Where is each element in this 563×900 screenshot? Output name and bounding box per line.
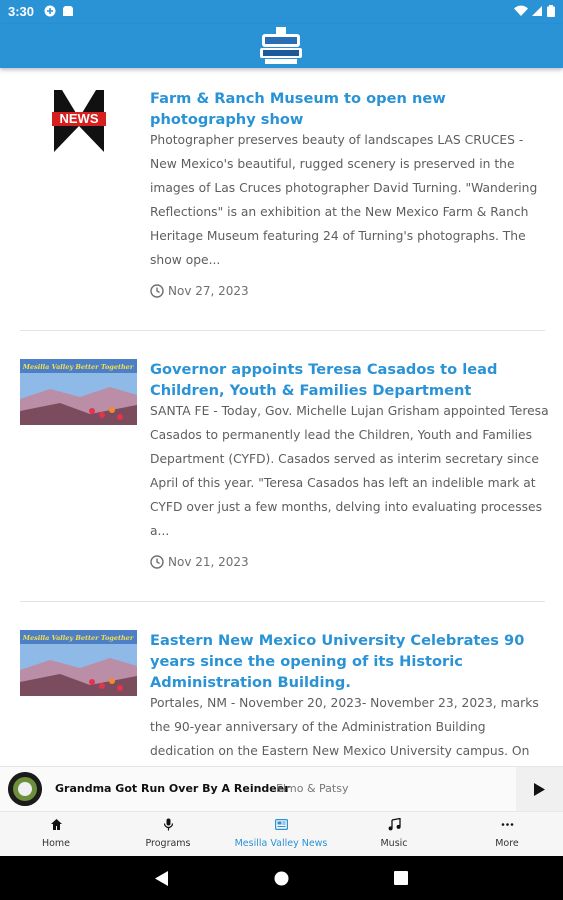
recents-icon[interactable] (394, 871, 408, 885)
bottom-navigation: Home Programs Mesilla Valley News Music … (0, 811, 563, 857)
nav-item-music[interactable]: Music (338, 812, 450, 857)
play-icon (534, 783, 545, 796)
mic-icon (163, 818, 174, 831)
nav-label: More (495, 838, 519, 849)
article-date-text: Nov 27, 2023 (168, 284, 249, 298)
music-note-icon (388, 818, 401, 831)
svg-text:NEWS: NEWS (60, 111, 99, 126)
nav-item-programs[interactable]: Programs (112, 812, 224, 857)
mesilla-valley-thumbnail: Mesilla Valley Better Together (20, 630, 137, 696)
article-excerpt: Photographer preserves beauty of landsca… (150, 133, 538, 267)
nav-label: Music (380, 838, 408, 849)
article-date: Nov 27, 2023 (150, 284, 249, 298)
news-icon (275, 819, 288, 830)
svg-text:Mesilla Valley Better Together: Mesilla Valley Better Together (22, 363, 134, 371)
divider (20, 601, 545, 602)
play-button[interactable] (516, 767, 563, 812)
now-playing-artist: Elmo & Patsy (276, 782, 349, 795)
back-icon[interactable] (155, 871, 169, 886)
system-navigation-bar (0, 856, 563, 900)
status-time: 3:30 (8, 4, 35, 19)
more-dots-icon (501, 823, 514, 826)
article-excerpt: Portales, NM - November 20, 2023- Novemb… (150, 696, 539, 758)
article-date: Nov 21, 2023 (150, 555, 249, 569)
nav-item-more[interactable]: More (451, 812, 563, 857)
status-bar: 3:30 (0, 0, 563, 24)
home-icon (51, 819, 62, 830)
battery-icon (547, 5, 555, 17)
album-art (8, 772, 42, 806)
wifi-icon (514, 5, 528, 17)
article-excerpt: SANTA FE - Today, Gov. Michelle Lujan Gr… (150, 404, 549, 538)
mesilla-valley-thumbnail: Mesilla Valley Better Together (20, 359, 137, 425)
divider (20, 330, 545, 331)
nav-label: Home (41, 838, 71, 849)
signal-icon (532, 6, 542, 16)
article-title[interactable]: Farm & Ranch Museum to open new photogra… (150, 88, 545, 130)
article-date-text: Nov 21, 2023 (168, 555, 249, 569)
home-circle-icon[interactable] (274, 871, 289, 886)
nav-item-mesilla-valley-news[interactable]: Mesilla Valley News (225, 812, 337, 857)
article-title[interactable]: Eastern New Mexico University Celebrates… (150, 630, 545, 693)
now-playing-title: Grandma Got Run Over By A Reindeer (55, 782, 290, 795)
news-feed[interactable]: NEWS Farm & Ranch Museum to open new pho… (0, 68, 563, 766)
news-logo-thumbnail: NEWS (52, 90, 106, 152)
sd-card-icon (63, 6, 73, 16)
clock-icon (150, 284, 164, 298)
svg-text:Mesilla Valley Better Together: Mesilla Valley Better Together (22, 634, 134, 642)
kool-oldies-logo-icon (260, 27, 302, 64)
mini-player[interactable]: Grandma Got Run Over By A Reindeer Elmo … (0, 766, 563, 812)
nav-item-home[interactable]: Home (0, 812, 112, 857)
nav-label: Programs (145, 838, 191, 849)
clock-icon (150, 555, 164, 569)
article-title[interactable]: Governor appoints Teresa Casados to lead… (150, 359, 545, 401)
nav-label: Mesilla Valley News (234, 838, 328, 849)
cloud-sync-icon (44, 5, 56, 17)
